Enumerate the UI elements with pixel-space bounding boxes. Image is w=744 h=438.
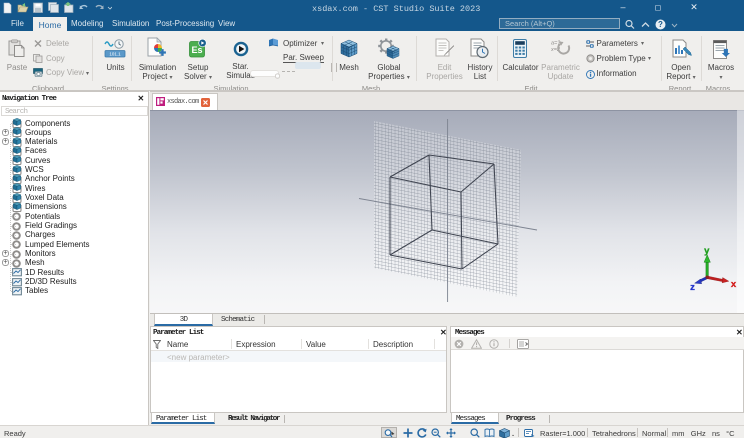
svg-text:z: z (690, 282, 695, 293)
svg-text:?: ? (658, 20, 663, 29)
svg-text:x: x (731, 279, 737, 290)
svg-text:y: y (704, 246, 710, 257)
svg-text:101.1: 101.1 (109, 52, 121, 57)
